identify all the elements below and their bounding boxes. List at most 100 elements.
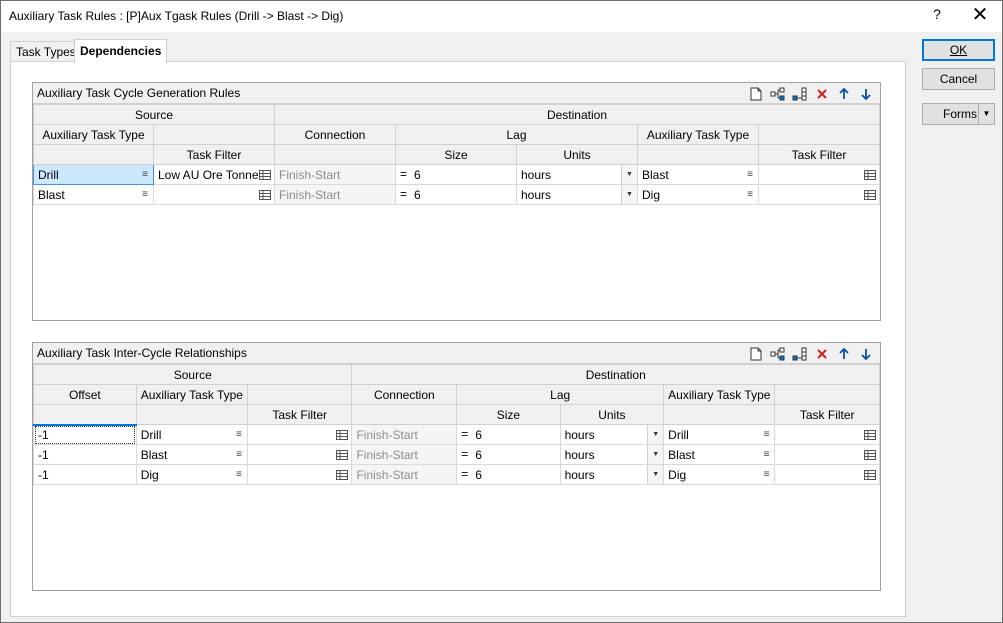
list-icon[interactable]: ≡ xyxy=(236,469,242,480)
ok-button[interactable]: OK xyxy=(922,39,995,61)
cell-value: Finish-Start xyxy=(356,467,418,482)
dest-type-cell[interactable]: Dig ≡ xyxy=(637,184,759,205)
inter-cycle-relationships-section: Auxiliary Task Inter-Cycle Relationships… xyxy=(32,342,881,591)
source-type-cell[interactable]: Dig ≡ xyxy=(135,464,248,485)
list-icon[interactable]: ≡ xyxy=(764,429,770,440)
table-picker-icon[interactable] xyxy=(864,449,876,463)
connection-cell: Finish-Start xyxy=(274,164,396,185)
list-icon[interactable]: ≡ xyxy=(747,189,753,200)
cell-value: 6 xyxy=(475,427,482,442)
lag-units-cell[interactable]: hours ▼ xyxy=(516,184,638,205)
cell-value: 6 xyxy=(475,447,482,462)
header-aux-task-type: Auxiliary Task Type xyxy=(135,384,248,405)
list-icon[interactable]: ≡ xyxy=(236,449,242,460)
dest-filter-cell[interactable] xyxy=(774,464,880,485)
section-header: Auxiliary Task Inter-Cycle Relationships xyxy=(33,343,880,364)
tab-task-types[interactable]: Task Types xyxy=(10,41,82,61)
delete-row-icon[interactable] xyxy=(812,85,832,102)
dropdown-arrow-icon[interactable]: ▼ xyxy=(621,165,637,184)
source-type-cell[interactable]: Drill ≡ xyxy=(33,164,154,185)
table-picker-icon[interactable] xyxy=(336,429,349,443)
list-icon[interactable]: ≡ xyxy=(764,449,770,460)
dest-filter-cell[interactable] xyxy=(758,184,880,205)
lag-units-cell[interactable]: hours ▼ xyxy=(559,424,665,445)
help-button[interactable]: ? xyxy=(927,6,947,22)
list-icon[interactable]: ≡ xyxy=(142,189,148,200)
dropdown-arrow-icon[interactable]: ▼ xyxy=(647,465,663,484)
lag-units-cell[interactable]: hours ▼ xyxy=(559,444,665,465)
dest-filter-cell[interactable] xyxy=(774,444,880,465)
dest-type-cell[interactable]: Drill ≡ xyxy=(663,424,776,445)
table-picker-icon[interactable] xyxy=(864,169,876,183)
source-type-cell[interactable]: Blast ≡ xyxy=(33,184,154,205)
connection-cell: Finish-Start xyxy=(351,424,458,445)
source-filter-cell[interactable] xyxy=(153,184,275,205)
cell-value: hours xyxy=(521,187,552,202)
source-filter-cell[interactable] xyxy=(246,424,353,445)
connection-cell: Finish-Start xyxy=(351,464,458,485)
close-button[interactable]: ✕ xyxy=(967,3,993,27)
header-source: Source xyxy=(33,104,275,125)
lag-units-cell[interactable]: hours ▼ xyxy=(559,464,665,485)
insert-row-icon[interactable] xyxy=(768,345,788,362)
table-picker-icon[interactable] xyxy=(259,189,271,203)
move-down-icon[interactable] xyxy=(856,345,876,362)
header-task-filter: Task Filter xyxy=(153,144,275,165)
forms-button[interactable]: Forms ▼ xyxy=(922,103,995,125)
move-down-icon[interactable] xyxy=(856,85,876,102)
forms-dropdown-arrow-icon[interactable]: ▼ xyxy=(978,104,994,124)
inter-cycle-table: Source Destination Offset Auxiliary Task… xyxy=(32,364,880,485)
table-picker-icon[interactable] xyxy=(336,469,349,483)
dest-type-cell[interactable]: Blast ≡ xyxy=(663,444,776,465)
source-filter-cell[interactable] xyxy=(246,444,353,465)
table-row: -1 Drill ≡ Finish-Start = 6 hours ▼ Drill ≡ xyxy=(33,424,880,445)
dropdown-arrow-icon[interactable]: ▼ xyxy=(647,425,663,444)
move-up-icon[interactable] xyxy=(834,345,854,362)
new-row-icon[interactable] xyxy=(746,345,766,362)
table-picker-icon[interactable] xyxy=(259,169,271,183)
table-picker-icon[interactable] xyxy=(864,429,876,443)
header-destination: Destination xyxy=(351,364,880,385)
tab-dependencies[interactable]: Dependencies xyxy=(74,39,168,63)
lag-size-cell[interactable]: = 6 xyxy=(395,164,517,185)
append-row-icon[interactable] xyxy=(790,85,810,102)
move-up-icon[interactable] xyxy=(834,85,854,102)
source-filter-cell[interactable] xyxy=(246,464,353,485)
list-icon[interactable]: ≡ xyxy=(764,469,770,480)
source-type-cell[interactable]: Blast ≡ xyxy=(135,444,248,465)
source-type-cell[interactable]: Drill ≡ xyxy=(135,424,248,445)
dropdown-arrow-icon[interactable]: ▼ xyxy=(647,445,663,464)
dest-type-cell[interactable]: Blast ≡ xyxy=(637,164,759,185)
dest-type-cell[interactable]: Dig ≡ xyxy=(663,464,776,485)
insert-row-icon[interactable] xyxy=(768,85,788,102)
lag-units-cell[interactable]: hours ▼ xyxy=(516,164,638,185)
header-dest-aux-task-type: Auxiliary Task Type xyxy=(637,124,759,145)
cell-value: Finish-Start xyxy=(279,187,341,202)
cell-value: hours xyxy=(564,467,595,482)
source-filter-cell[interactable]: Low AU Ore Tonne xyxy=(153,164,275,185)
new-row-icon[interactable] xyxy=(746,85,766,102)
list-icon[interactable]: ≡ xyxy=(142,169,148,180)
lag-size-cell[interactable]: = 6 xyxy=(456,424,561,445)
table-picker-icon[interactable] xyxy=(864,189,876,203)
offset-cell[interactable]: -1 xyxy=(33,424,137,445)
list-icon[interactable]: ≡ xyxy=(747,169,753,180)
table-picker-icon[interactable] xyxy=(336,449,349,463)
cancel-button[interactable]: Cancel xyxy=(922,68,995,90)
offset-cell[interactable]: -1 xyxy=(33,444,137,465)
cycle-generation-rules-section: Auxiliary Task Cycle Generation Rules So… xyxy=(32,82,881,321)
lag-size-cell[interactable]: = 6 xyxy=(395,184,517,205)
cycle-rules-table: Source Destination Auxiliary Task Type C… xyxy=(33,104,880,205)
cell-value: Dig xyxy=(642,187,661,202)
lag-size-cell[interactable]: = 6 xyxy=(456,464,561,485)
dest-filter-cell[interactable] xyxy=(774,424,880,445)
delete-row-icon[interactable] xyxy=(812,345,832,362)
dest-filter-cell[interactable] xyxy=(758,164,880,185)
list-icon[interactable]: ≡ xyxy=(236,429,242,440)
offset-cell[interactable]: -1 xyxy=(33,464,137,485)
append-row-icon[interactable] xyxy=(790,345,810,362)
table-picker-icon[interactable] xyxy=(864,469,876,483)
lag-size-cell[interactable]: = 6 xyxy=(456,444,561,465)
header-units: Units xyxy=(559,404,665,425)
dropdown-arrow-icon[interactable]: ▼ xyxy=(621,185,637,204)
